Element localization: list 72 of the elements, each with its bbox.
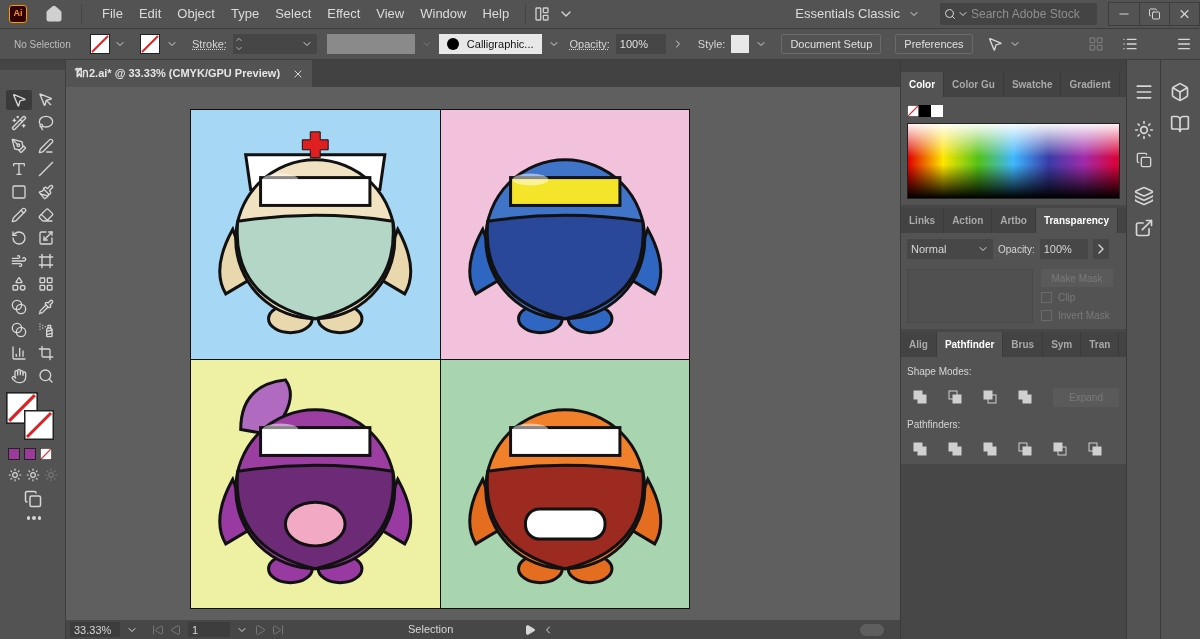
panel-tab[interactable]: Color bbox=[901, 72, 945, 97]
panel-tab[interactable]: Pathfinder bbox=[936, 332, 1004, 357]
pointer-icon[interactable] bbox=[5, 90, 32, 110]
variable-width-field[interactable] bbox=[326, 34, 415, 54]
document-tab[interactable]: ฝึก2.ai* @ 33.33% (CMYK/GPU Preview) bbox=[66, 60, 313, 87]
book-icon[interactable] bbox=[1169, 114, 1190, 134]
pathfinder-icon[interactable] bbox=[1018, 390, 1032, 404]
style-swatch[interactable] bbox=[731, 35, 750, 53]
menu-item[interactable]: Effect bbox=[319, 4, 369, 24]
pathfinder-icon[interactable] bbox=[948, 442, 962, 456]
app-logo[interactable]: Ai bbox=[9, 5, 27, 23]
pathfinders-label: Pathfinders: bbox=[907, 418, 961, 430]
layers-icon[interactable] bbox=[1133, 186, 1154, 206]
panel-tab[interactable]: Transparency bbox=[1035, 208, 1118, 233]
menu-item[interactable]: Window bbox=[412, 4, 475, 24]
color-swatch[interactable] bbox=[8, 448, 20, 460]
transform-icon[interactable] bbox=[1135, 152, 1152, 168]
menu-item[interactable]: Type bbox=[222, 4, 268, 24]
home-icon[interactable] bbox=[45, 5, 63, 23]
search-field[interactable]: Search Adobe Stock bbox=[969, 3, 1097, 25]
select-similar-icon[interactable] bbox=[986, 36, 1003, 52]
play-icon[interactable] bbox=[524, 623, 536, 636]
menu-item[interactable]: Select bbox=[267, 4, 320, 24]
cube-icon[interactable] bbox=[1169, 82, 1190, 102]
blend-mode-dropdown[interactable]: Normal bbox=[907, 239, 993, 259]
toolbar-button[interactable]: Document Setup bbox=[781, 34, 882, 54]
menu-icon[interactable] bbox=[1176, 36, 1192, 52]
artboard-field[interactable]: 1 bbox=[188, 622, 230, 637]
color-spectrum[interactable] bbox=[907, 123, 1120, 199]
more-tools-icon[interactable] bbox=[27, 516, 41, 520]
opacity-field[interactable]: 100% bbox=[1039, 239, 1088, 259]
search-icon[interactable] bbox=[944, 8, 956, 20]
pathfinder-icon[interactable] bbox=[913, 390, 927, 404]
align-icon[interactable] bbox=[1122, 36, 1138, 52]
current-tool-label: Selection bbox=[408, 622, 455, 638]
screen-mode-icon[interactable] bbox=[24, 490, 42, 508]
search-options-button[interactable] bbox=[940, 3, 969, 25]
stroke-weight-field[interactable] bbox=[232, 34, 317, 54]
color-swatch[interactable] bbox=[931, 105, 943, 117]
export-icon[interactable] bbox=[1133, 218, 1154, 238]
opacity-label: Opacity: bbox=[998, 242, 1035, 257]
color-swatch[interactable] bbox=[24, 448, 36, 460]
pathfinder-icon[interactable] bbox=[913, 442, 927, 456]
opacity-field[interactable]: 100% bbox=[615, 34, 666, 54]
brush-dropdown[interactable]: Calligraphic... bbox=[438, 34, 542, 54]
opacity-label: Opacity: bbox=[569, 36, 610, 52]
chevron-right-icon[interactable] bbox=[1092, 239, 1109, 259]
pathfinder-icon[interactable] bbox=[983, 442, 997, 456]
menu-item[interactable]: Object bbox=[169, 4, 223, 24]
fill-swatch[interactable] bbox=[90, 34, 110, 54]
menu-item[interactable]: Help bbox=[474, 4, 518, 24]
menu-item[interactable]: View bbox=[368, 4, 413, 24]
none-swatch[interactable] bbox=[40, 448, 52, 460]
pathfinder-icon[interactable] bbox=[983, 390, 997, 404]
shape-modes-label: Shape Modes: bbox=[907, 366, 972, 377]
stroke-swatch[interactable] bbox=[140, 34, 160, 54]
zoom-field[interactable]: 33.33% bbox=[70, 622, 120, 637]
menu-item[interactable]: Edit bbox=[130, 4, 170, 24]
pathfinder-icon[interactable] bbox=[1018, 442, 1032, 456]
layout-icon[interactable] bbox=[534, 6, 551, 22]
color-swatch[interactable] bbox=[919, 105, 931, 117]
pathfinder-icon[interactable] bbox=[1088, 442, 1102, 456]
selection-label: No Selection bbox=[14, 37, 72, 52]
pathfinder-icon[interactable] bbox=[1053, 442, 1067, 456]
stroke-label: Stroke: bbox=[192, 36, 227, 52]
none-swatch[interactable] bbox=[907, 105, 919, 117]
toolbar-button[interactable]: Preferences bbox=[895, 34, 973, 54]
stroke-swatch[interactable] bbox=[24, 410, 54, 440]
pathfinder-icon[interactable] bbox=[948, 390, 962, 404]
style-label: Style: bbox=[697, 36, 726, 52]
workspace-switcher[interactable]: Essentials Classic bbox=[787, 4, 928, 24]
menu-item[interactable]: File bbox=[94, 4, 131, 24]
